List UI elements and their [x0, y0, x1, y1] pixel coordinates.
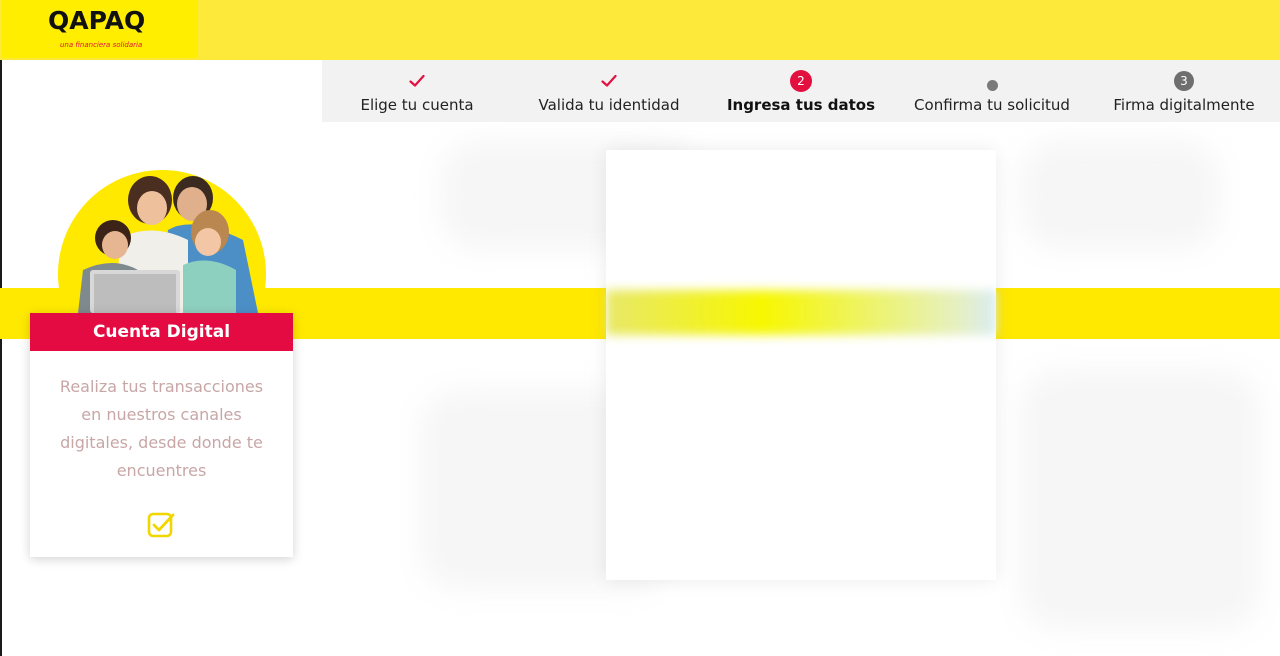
blurred-modal-band	[606, 290, 996, 335]
check-icon	[406, 70, 428, 92]
step-number-badge: 2	[790, 70, 812, 92]
family-photo	[58, 170, 266, 313]
pending-dot-icon	[981, 70, 1003, 92]
family-illustration	[78, 176, 258, 313]
step-firma-digitalmente: 3 Firma digitalmente	[1088, 60, 1280, 122]
step-label: Confirma tu solicitud	[914, 96, 1070, 114]
step-confirma-tu-solicitud: Confirma tu solicitud	[896, 60, 1088, 122]
check-icon	[598, 70, 620, 92]
step-label: Ingresa tus datos	[726, 96, 876, 114]
step-label: Firma digitalmente	[1113, 96, 1255, 114]
progress-stepper: Elige tu cuenta Valida tu identidad 2 In…	[322, 60, 1280, 122]
top-header: QAPAQ una financiera solidaria	[0, 0, 1280, 60]
logo-text: QAPAQ	[48, 6, 146, 35]
step-elige-tu-cuenta: Elige tu cuenta	[322, 60, 512, 122]
step-label: Valida tu identidad	[538, 96, 680, 114]
logo[interactable]: QAPAQ una financiera solidaria	[2, 0, 198, 58]
page: QAPAQ una financiera solidaria Elige tu …	[0, 0, 1280, 656]
step-number-badge: 3	[1173, 70, 1195, 92]
blurred-modal	[606, 150, 996, 580]
step-label: Elige tu cuenta	[360, 96, 474, 114]
checkbox-checked-icon[interactable]	[146, 510, 176, 544]
step-valida-tu-identidad: Valida tu identidad	[512, 60, 706, 122]
logo-tagline: una financiera solidaria	[60, 41, 143, 49]
card-description: Realiza tus transacciones en nuestros ca…	[59, 377, 264, 480]
step-ingresa-tus-datos: 2 Ingresa tus datos	[706, 60, 896, 122]
card-title: Cuenta Digital	[30, 313, 293, 351]
